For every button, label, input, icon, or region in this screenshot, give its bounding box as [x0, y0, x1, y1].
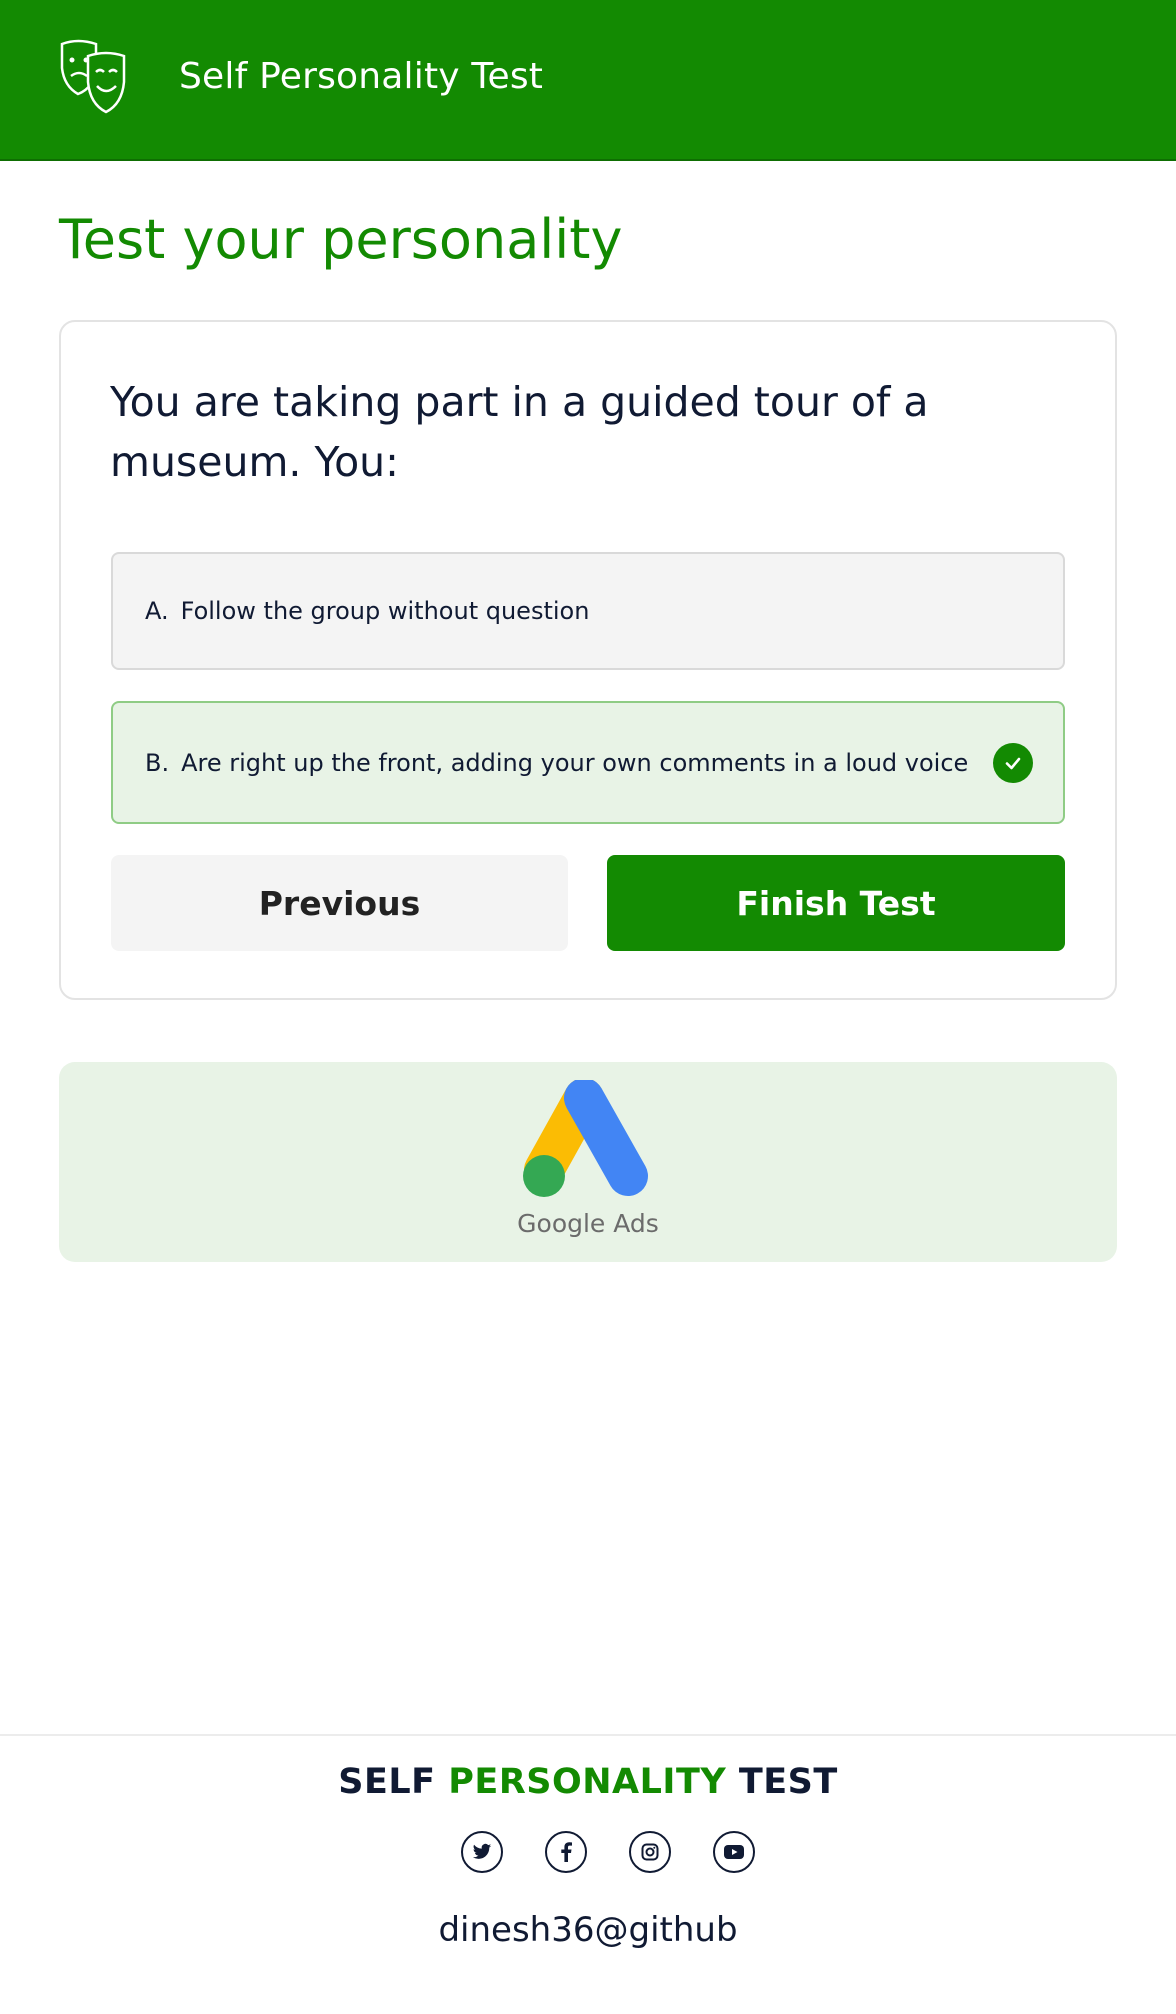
youtube-icon[interactable]	[713, 1831, 755, 1873]
option-letter: B.	[145, 748, 170, 777]
finish-test-button[interactable]: Finish Test	[607, 855, 1065, 951]
ad-label: Google Ads	[517, 1209, 659, 1238]
google-ads-logo[interactable]	[522, 1080, 654, 1198]
twitter-icon[interactable]	[461, 1831, 503, 1873]
footer-divider	[0, 1734, 1176, 1736]
option-a[interactable]: A. Follow the group without question	[111, 552, 1065, 670]
previous-button[interactable]: Previous	[111, 855, 568, 951]
footer-brand-self: SELF	[338, 1762, 436, 1802]
top-app-bar: Self Personality Test	[0, 0, 1176, 161]
footer-brand: SELF PERSONALITY TEST	[0, 1762, 1176, 1802]
footer-brand-personality: PERSONALITY	[448, 1762, 727, 1802]
option-b-selected[interactable]: B. Are right up the front, adding your o…	[111, 701, 1065, 824]
check-circle-icon	[993, 742, 1033, 783]
social-links	[459, 1831, 759, 1875]
page-title: Test your personality	[59, 208, 623, 271]
question-text: You are taking part in a guided tour of …	[110, 378, 929, 486]
footer-credit[interactable]: dinesh36@github	[0, 1910, 1176, 1950]
theater-masks-icon[interactable]	[58, 38, 140, 120]
instagram-icon[interactable]	[629, 1831, 671, 1873]
option-label: Follow the group without question	[180, 597, 590, 625]
option-letter: A.	[145, 597, 169, 625]
option-label: Are right up the front, adding your own …	[181, 748, 969, 777]
facebook-icon[interactable]	[545, 1831, 587, 1873]
app-title[interactable]: Self Personality Test	[179, 56, 543, 97]
footer-brand-test: TEST	[738, 1762, 838, 1802]
